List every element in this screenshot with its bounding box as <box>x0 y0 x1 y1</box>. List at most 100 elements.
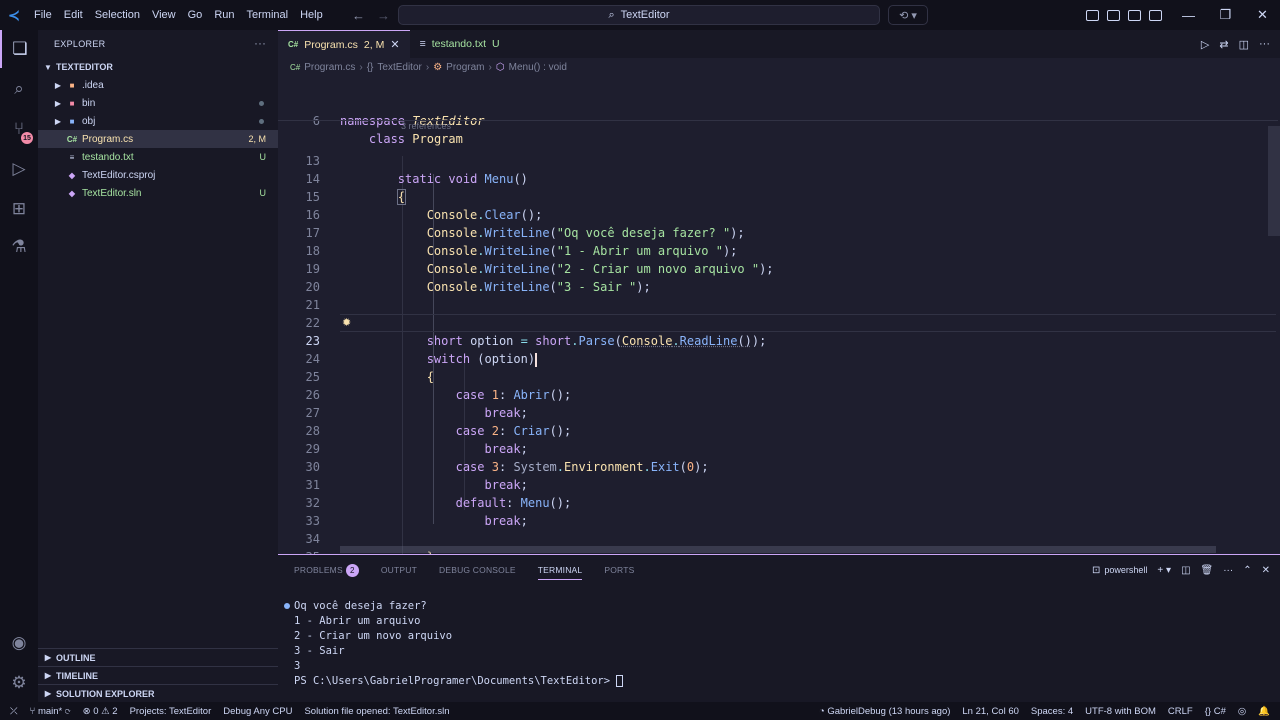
copilot-status-icon[interactable]: ◎ <box>1232 706 1252 717</box>
tree-item-idea[interactable]: ▶ ■ .idea <box>38 76 278 94</box>
run-debug-icon[interactable]: ▷ <box>0 150 38 188</box>
debug-config[interactable]: Debug Any CPU <box>217 706 298 717</box>
code-line[interactable]: 26 break; <box>278 368 1278 420</box>
close-tab-icon[interactable]: ✕ <box>390 38 399 51</box>
eol[interactable]: CRLF <box>1162 706 1199 717</box>
close-window-icon[interactable]: ✕ <box>1244 0 1280 30</box>
shell-name[interactable]: powershell <box>1104 565 1147 575</box>
sticky-line[interactable]: 6 class Program <box>278 94 1278 146</box>
code-line[interactable]: 23 switch (option) <box>278 314 1278 367</box>
code-line[interactable]: 24 { <box>278 332 1278 384</box>
sticky-line[interactable]: 4 namespace TextEditor <box>278 76 1278 128</box>
tree-item-obj[interactable]: ▶ ■ obj <box>38 112 278 130</box>
menu-file[interactable]: File <box>28 0 58 30</box>
manage-gear-icon[interactable]: ⚙ <box>0 664 38 702</box>
code-line[interactable]: 34 } <box>278 512 1278 554</box>
menu-terminal[interactable]: Terminal <box>241 0 295 30</box>
command-center[interactable]: ⌕ TextEditor <box>398 5 880 25</box>
restore-icon[interactable]: ❐ <box>1207 0 1244 30</box>
tab-program-cs[interactable]: C# Program.cs 2, M ✕ <box>278 30 410 58</box>
branch-indicator[interactable]: ⑂ main* ⟳ <box>24 706 77 717</box>
cursor-position[interactable]: Ln 21, Col 60 <box>956 706 1025 717</box>
extensions-icon[interactable]: ⊞ <box>0 190 38 228</box>
code-line[interactable]: 29 case 3: System.Environment.Exit(0); <box>278 422 1278 474</box>
code-line[interactable]: 30 break; <box>278 440 1278 492</box>
code-editor[interactable]: 4 namespace TextEditor 6 class Program 3… <box>278 76 1280 554</box>
code-line[interactable]: 17 Console.WriteLine("1 - Abrir um arqui… <box>278 206 1278 258</box>
tree-item-program-cs[interactable]: C# Program.cs 2, M <box>38 130 278 148</box>
menu-run[interactable]: Run <box>208 0 240 30</box>
split-editor-icon[interactable]: ◫ <box>1239 38 1249 51</box>
vertical-scrollbar[interactable] <box>1268 126 1280 236</box>
remote-icon[interactable]: ⤫ <box>0 706 24 717</box>
toggle-panel-icon[interactable] <box>1128 9 1141 21</box>
menu-view[interactable]: View <box>146 0 182 30</box>
close-panel-icon[interactable]: ✕ <box>1262 565 1270 576</box>
new-terminal-icon[interactable]: + ▾ <box>1157 565 1171 576</box>
encoding[interactable]: UTF-8 with BOM <box>1079 706 1162 717</box>
tab-debug-console[interactable]: DEBUG CONSOLE <box>439 565 516 575</box>
source-control-icon[interactable]: ⑂ 15 <box>0 110 38 148</box>
references-codelens[interactable]: 3 references <box>401 121 451 131</box>
breadcrumb-method[interactable]: Menu() : void <box>509 62 567 73</box>
tab-output[interactable]: OUTPUT <box>381 565 417 575</box>
project-indicator[interactable]: Projects: TextEditor <box>124 706 218 717</box>
code-line[interactable]: 22 <box>278 296 1278 330</box>
breadcrumb-file[interactable]: Program.cs <box>304 62 355 73</box>
code-line[interactable]: 21 ✹ short option = short.Parse(Console.… <box>278 278 1278 348</box>
horizontal-scrollbar[interactable] <box>340 546 1216 553</box>
breadcrumb-namespace[interactable]: TextEditor <box>377 62 421 73</box>
tab-problems[interactable]: PROBLEMS 2 <box>294 563 359 577</box>
menu-help[interactable]: Help <box>294 0 329 30</box>
kill-terminal-icon[interactable]: 🗑 <box>1201 565 1214 576</box>
customize-layout-icon[interactable] <box>1086 9 1099 21</box>
notifications-bell-icon[interactable]: 🔔 <box>1252 706 1280 717</box>
outline-section[interactable]: ▶ OUTLINE <box>38 648 278 666</box>
code-line[interactable]: 15 Console.Clear(); <box>278 170 1278 222</box>
breadcrumb-class[interactable]: Program <box>446 62 484 73</box>
tab-ports[interactable]: PORTS <box>604 565 634 575</box>
testing-icon[interactable]: ⚗ <box>0 228 38 266</box>
code-line[interactable]: 13 static void Menu() <box>278 134 1278 186</box>
problems-indicator[interactable]: ⊗ 0 ⚠ 2 <box>77 706 124 717</box>
more-actions-icon[interactable]: ··· <box>1259 38 1270 50</box>
code-line[interactable]: 20 <box>278 260 1278 294</box>
timeline-section[interactable]: ▶ TIMELINE <box>38 666 278 684</box>
solution-explorer-section[interactable]: ▶ SOLUTION EXPLORER <box>38 684 278 702</box>
code-line[interactable]: 19 Console.WriteLine("3 - Sair "); <box>278 242 1278 294</box>
minimize-icon[interactable]: — <box>1170 0 1207 30</box>
forward-arrow-icon[interactable]: → <box>377 8 390 23</box>
tree-item-bin[interactable]: ▶ ■ bin <box>38 94 278 112</box>
more-actions-icon[interactable]: ··· <box>254 36 266 50</box>
toggle-secondary-sidebar-icon[interactable] <box>1149 9 1162 21</box>
solution-status[interactable]: Solution file opened: TextEditor.sln <box>298 706 455 717</box>
open-changes-icon[interactable]: ⇄ <box>1219 38 1228 51</box>
tree-item-testando-txt[interactable]: ≡ testando.txt U <box>38 148 278 166</box>
code-line[interactable]: 31 default: Menu(); <box>278 458 1278 510</box>
explorer-icon[interactable]: ❏ <box>0 30 38 68</box>
menu-selection[interactable]: Selection <box>89 0 146 30</box>
toggle-sidebar-icon[interactable] <box>1107 9 1120 21</box>
more-actions-icon[interactable]: ··· <box>1223 565 1233 576</box>
maximize-panel-icon[interactable]: ⌃ <box>1243 565 1251 576</box>
run-icon[interactable]: ▷ <box>1201 38 1209 51</box>
git-blame[interactable]: ◔ GabrielDebug (13 hours ago) <box>813 706 956 717</box>
code-line[interactable]: 16 Console.WriteLine("Oq você deseja faz… <box>278 188 1278 240</box>
terminal-output[interactable]: Oq você deseja fazer? 1 - Abrir um arqui… <box>284 599 624 689</box>
code-line[interactable]: 18 Console.WriteLine("2 - Criar um novo … <box>278 224 1278 276</box>
search-activity-icon[interactable]: ⌕ <box>0 70 38 108</box>
copilot-icon[interactable]: ⟲ ▾ <box>888 5 928 25</box>
menu-edit[interactable]: Edit <box>58 0 89 30</box>
explorer-root[interactable]: ▼ TEXTEDITOR <box>38 58 278 76</box>
code-line[interactable]: 25 case 1: Abrir(); <box>278 350 1278 402</box>
code-line[interactable]: 28 break; <box>278 404 1278 456</box>
tab-testando-txt[interactable]: ≡ testando.txt U <box>410 30 510 58</box>
code-line[interactable]: 14 { <box>278 152 1278 205</box>
code-line[interactable]: 32 break; <box>278 476 1278 528</box>
tree-item-csproj[interactable]: ◆ TextEditor.csproj <box>38 166 278 184</box>
code-line[interactable]: 27 case 2: Criar(); <box>278 386 1278 438</box>
split-terminal-icon[interactable]: ◫ <box>1181 565 1190 576</box>
indentation[interactable]: Spaces: 4 <box>1025 706 1079 717</box>
language-mode[interactable]: {} C# <box>1199 706 1232 717</box>
back-arrow-icon[interactable]: ← <box>352 8 365 23</box>
